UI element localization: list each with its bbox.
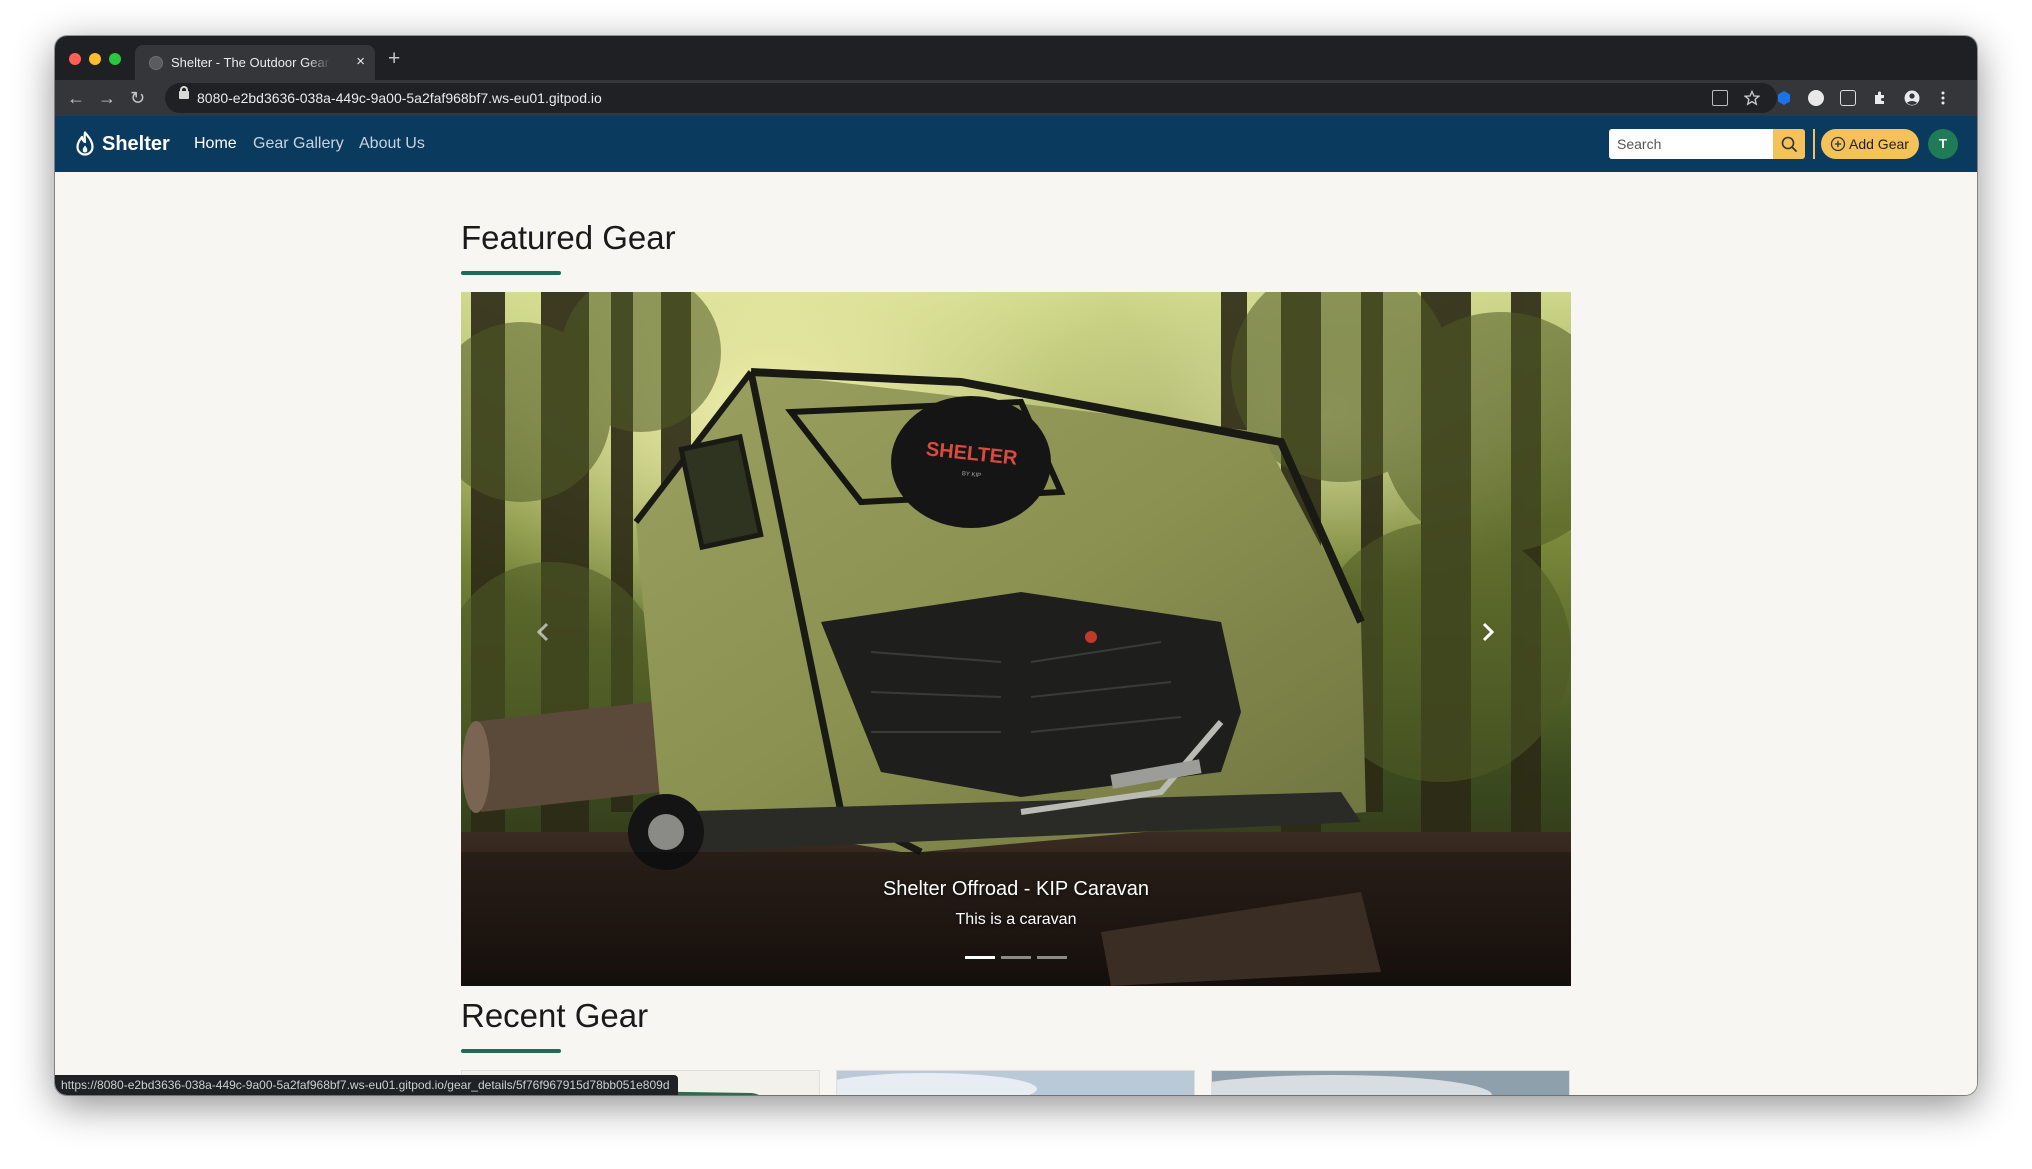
main-content: Featured Gear SHELTER BY KIP Shelter Off…	[55, 172, 1977, 1095]
forward-icon[interactable]: →	[98, 88, 116, 108]
reload-icon[interactable]: ↻	[130, 88, 145, 108]
new-tab-button[interactable]: +	[388, 48, 400, 69]
lock-icon	[179, 86, 189, 99]
extension-circle-icon[interactable]	[1808, 90, 1824, 106]
nav-link-gear-gallery[interactable]: Gear Gallery	[253, 133, 344, 155]
gear-card-image	[1212, 1071, 1569, 1095]
browser-toolbar: ← → ↻ 8080-e2bd3636-038a-449c-9a00-5a2fa…	[55, 80, 1977, 116]
gear-card-image	[837, 1071, 1194, 1095]
navbar-divider	[1813, 129, 1815, 159]
flame-icon	[76, 131, 94, 156]
extension-hexagon-icon[interactable]	[1776, 90, 1792, 106]
notion-icon[interactable]	[1840, 90, 1856, 106]
add-gear-button[interactable]: Add Gear	[1821, 129, 1919, 159]
recent-gear-heading: Recent Gear	[461, 997, 649, 1034]
avatar[interactable]: T	[1928, 129, 1958, 159]
search-button[interactable]	[1773, 129, 1805, 159]
tab-title: Shelter - The Outdoor Gear Co	[171, 55, 331, 70]
favicon-icon	[149, 56, 163, 70]
carousel-caption-text: This is a caravan	[955, 911, 1077, 928]
recent-heading-underline	[461, 1049, 561, 1053]
nav-link-home[interactable]: Home	[194, 133, 237, 155]
browser-menu-icon[interactable]	[1935, 90, 1951, 106]
close-tab-icon[interactable]: ×	[356, 53, 365, 71]
carousel-indicator[interactable]	[965, 956, 995, 959]
site-navbar: Shelter Home Gear Gallery About Us Add G…	[55, 116, 1977, 172]
bookmark-star-icon[interactable]	[1744, 90, 1760, 106]
browser-window: Shelter - The Outdoor Gear Co × + ← → ↻ …	[55, 36, 1977, 1095]
close-window-button[interactable]	[69, 53, 81, 65]
address-bar[interactable]: 8080-e2bd3636-038a-449c-9a00-5a2faf968bf…	[165, 83, 1777, 113]
carousel-next-icon[interactable]	[1468, 612, 1508, 652]
extensions-puzzle-icon[interactable]	[1872, 90, 1888, 106]
profile-icon[interactable]	[1904, 90, 1920, 106]
zoom-window-button[interactable]	[109, 53, 121, 65]
add-gear-label: Add Gear	[1849, 136, 1909, 152]
brand-name: Shelter	[102, 133, 170, 155]
address-url: 8080-e2bd3636-038a-449c-9a00-5a2faf968bf…	[197, 90, 602, 106]
featured-heading-underline	[461, 271, 561, 275]
plus-circle-icon	[1830, 136, 1846, 152]
featured-gear-heading: Featured Gear	[461, 219, 676, 256]
nav-link-about-us[interactable]: About Us	[359, 133, 425, 155]
tab-strip: Shelter - The Outdoor Gear Co × +	[55, 36, 1977, 80]
search-input[interactable]	[1609, 129, 1773, 159]
browser-tab[interactable]: Shelter - The Outdoor Gear Co ×	[135, 45, 375, 80]
carousel-indicator[interactable]	[1001, 956, 1031, 959]
carousel-caption-title: Shelter Offroad - KIP Caravan	[882, 878, 1150, 900]
status-bar-url: https://8080-e2bd3636-038a-449c-9a00-5a2…	[55, 1075, 678, 1095]
minimize-window-button[interactable]	[89, 53, 101, 65]
carousel-prev-icon[interactable]	[523, 612, 563, 652]
search-icon	[1781, 136, 1797, 152]
featured-carousel[interactable]: SHELTER BY KIP Shelter Offroad - KIP Car…	[461, 292, 1571, 986]
back-icon[interactable]: ←	[67, 88, 85, 108]
gear-card[interactable]	[1211, 1070, 1570, 1095]
carousel-indicator[interactable]	[1037, 956, 1067, 959]
translate-icon[interactable]	[1712, 90, 1728, 106]
gear-card[interactable]	[836, 1070, 1195, 1095]
